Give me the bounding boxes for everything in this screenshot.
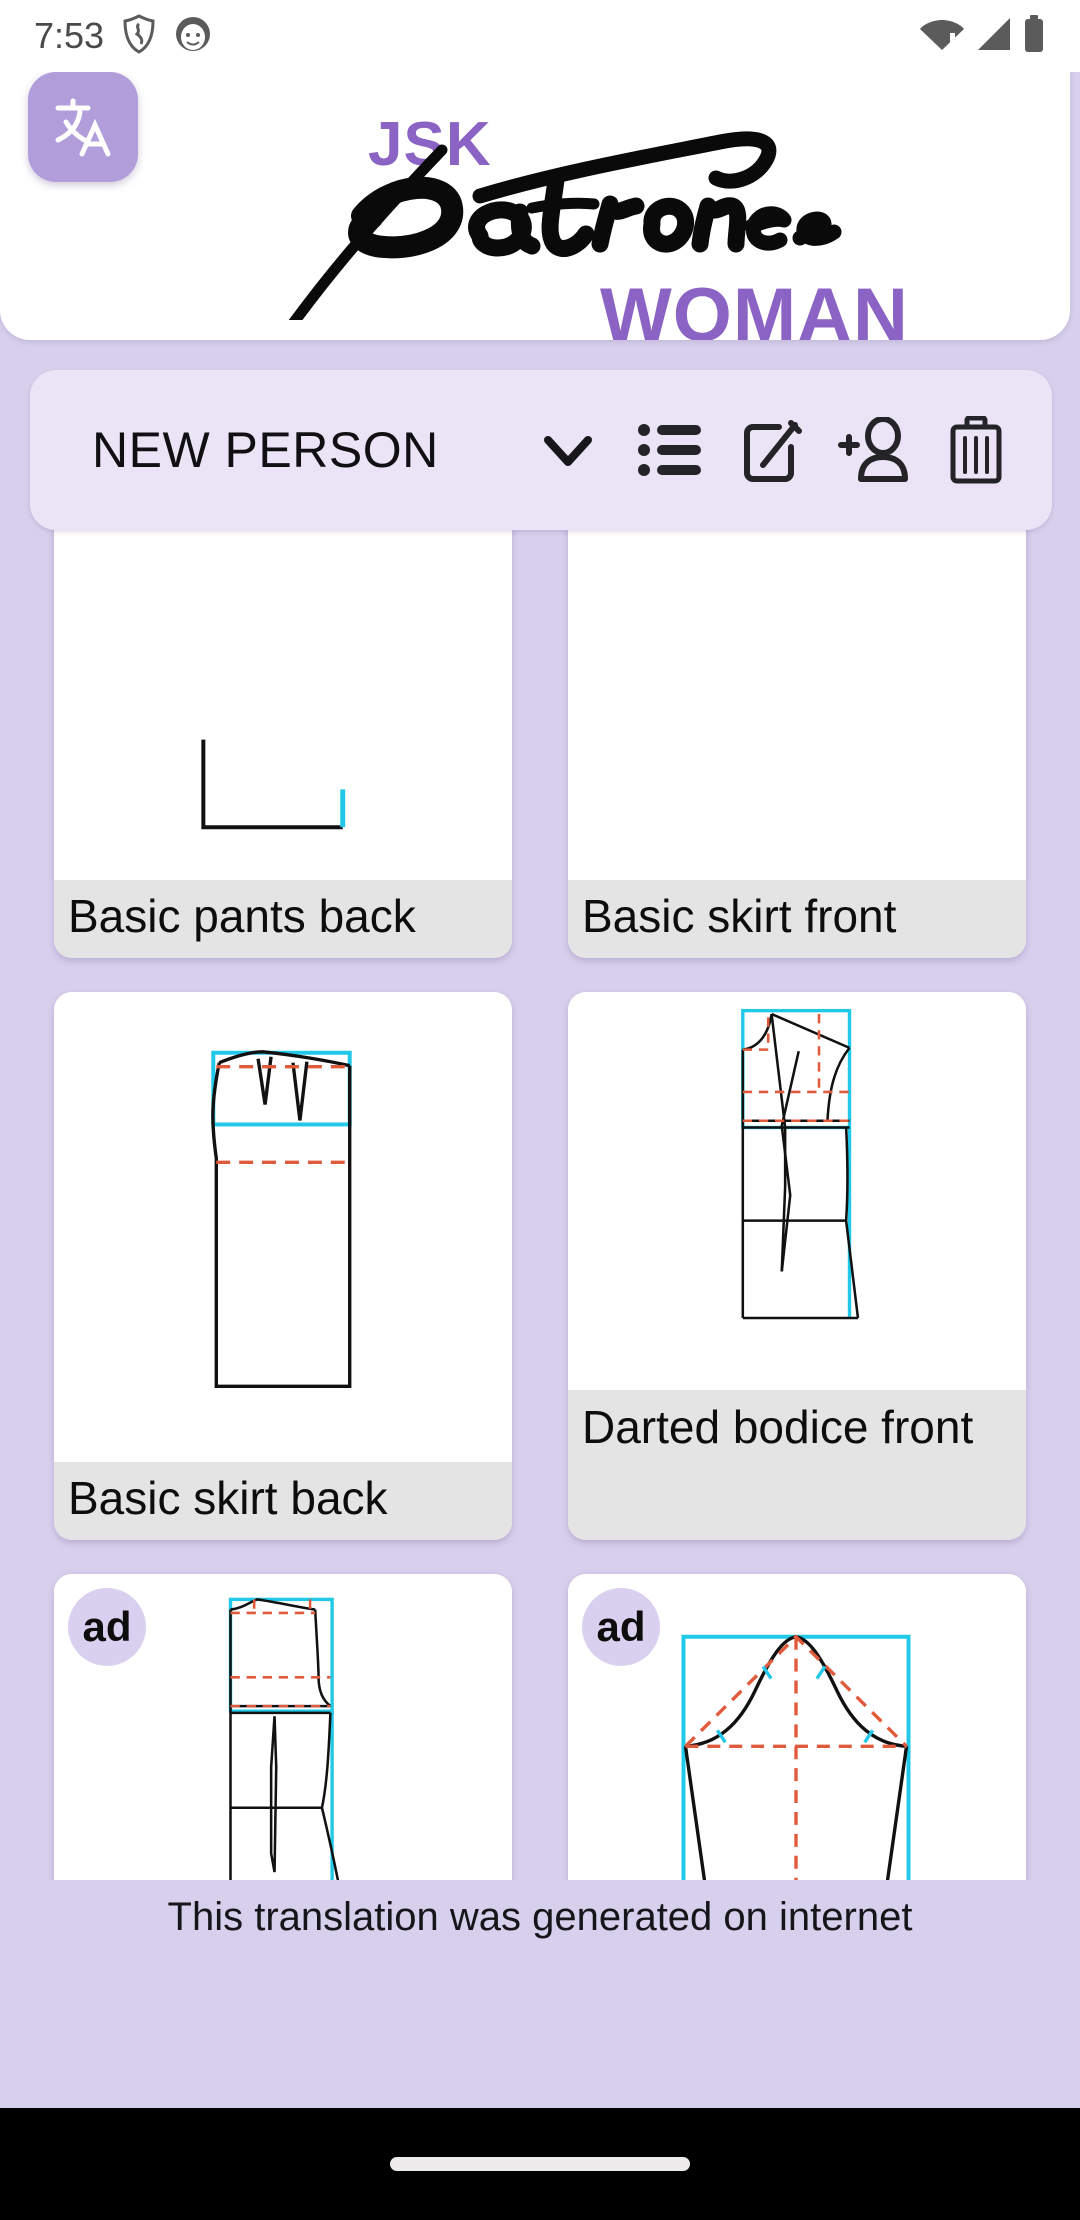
- pattern-card[interactable]: ad: [54, 1574, 512, 1880]
- pattern-grid-scroll[interactable]: Basic pants back Basic skirt front Basic…: [0, 530, 1080, 1880]
- pattern-thumbnail: [568, 530, 1026, 880]
- app-notification-icon: [174, 15, 212, 58]
- toolbar-actions: [530, 412, 1052, 488]
- delete-person-button[interactable]: [938, 412, 1014, 488]
- pattern-thumbnail: [568, 992, 1026, 1390]
- app-header-card: JSK WOMAN: [0, 42, 1070, 340]
- chevron-down-icon: [544, 436, 592, 466]
- measurements-list-button[interactable]: [632, 412, 708, 488]
- brand-logo: JSK WOMAN: [0, 90, 1070, 340]
- trash-icon: [950, 416, 1002, 484]
- status-bar: 7:53: [0, 0, 1080, 72]
- system-nav-bar: [0, 2108, 1080, 2220]
- person-toolbar: NEW PERSON: [30, 370, 1052, 530]
- pattern-drawing-pants-back: [201, 739, 346, 830]
- pattern-drawing-bodice-front: [741, 1008, 860, 1320]
- pattern-card[interactable]: Basic skirt front: [568, 530, 1026, 958]
- wifi-alert-icon: [920, 16, 964, 57]
- pattern-card[interactable]: Darted bodice front: [568, 992, 1026, 1540]
- pattern-card[interactable]: ad: [568, 1574, 1026, 1880]
- pattern-card-label: Basic skirt front: [568, 880, 1026, 958]
- translate-icon: [55, 98, 111, 157]
- edit-person-button[interactable]: [734, 412, 810, 488]
- cellular-signal-icon: [974, 16, 1012, 57]
- ad-badge: ad: [582, 1588, 660, 1666]
- pattern-card-label: Basic skirt back: [54, 1462, 512, 1540]
- battery-full-icon: [1022, 14, 1046, 58]
- pattern-card-label: Darted bodice front: [568, 1390, 1026, 1540]
- brand-woman-text: WOMAN: [600, 273, 909, 341]
- status-bar-left: 7:53: [34, 13, 212, 59]
- edit-note-icon: [744, 420, 802, 482]
- person-selector-label[interactable]: NEW PERSON: [92, 421, 439, 479]
- pattern-thumbnail: [54, 992, 512, 1462]
- translate-button[interactable]: [28, 72, 138, 182]
- ad-badge: ad: [68, 1588, 146, 1666]
- translation-disclaimer: This translation was generated on intern…: [167, 1895, 913, 1939]
- pattern-drawing-skirt-back: [211, 1050, 352, 1388]
- add-person-button[interactable]: [836, 412, 912, 488]
- pattern-card[interactable]: Basic pants back: [54, 530, 512, 958]
- pattern-drawing-skirt-front: [568, 530, 1026, 880]
- pattern-thumbnail: [54, 530, 512, 880]
- home-indicator[interactable]: [390, 2157, 690, 2171]
- pattern-card-label: Basic pants back: [54, 880, 512, 958]
- shield-icon: [122, 13, 156, 59]
- status-bar-right: [920, 14, 1046, 58]
- person-dropdown-button[interactable]: [530, 412, 606, 488]
- list-bullets-icon: [638, 424, 701, 476]
- pattern-card[interactable]: Basic skirt back: [54, 992, 512, 1540]
- person-add-icon: [838, 417, 908, 482]
- pattern-grid: Basic pants back Basic skirt front Basic…: [0, 530, 1080, 1880]
- status-bar-clock: 7:53: [34, 15, 105, 56]
